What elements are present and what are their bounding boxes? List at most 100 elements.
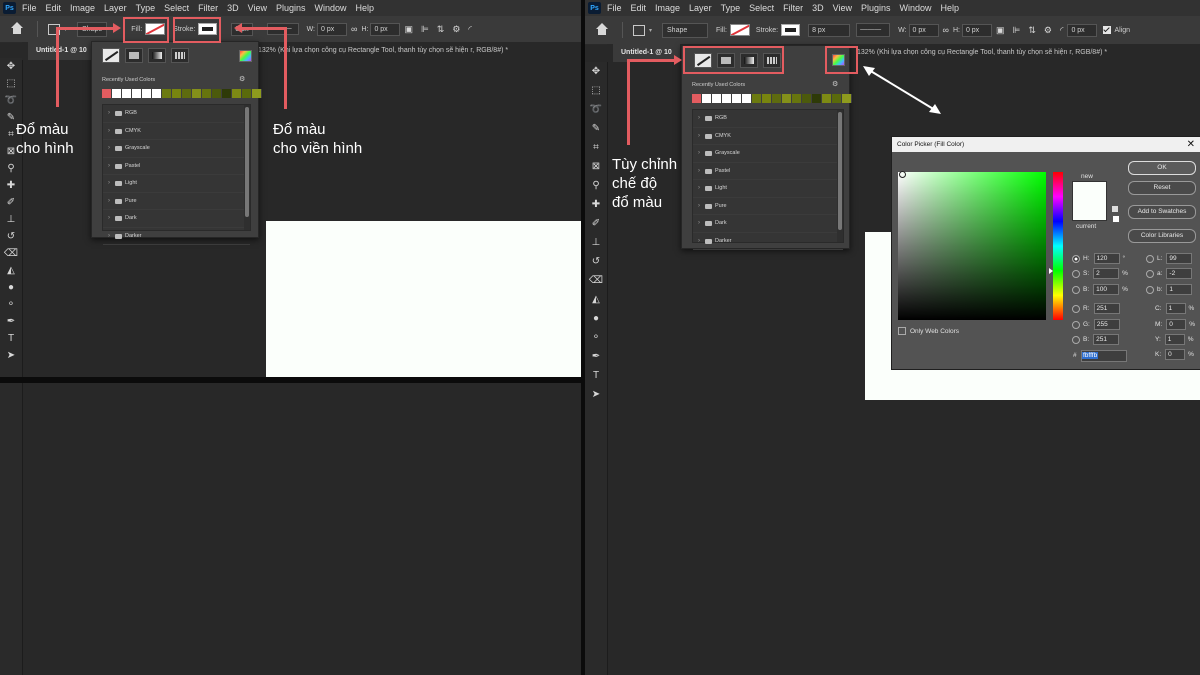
brush-tool-icon[interactable]: ✐ [585, 214, 607, 233]
magenta-input[interactable]: 0 [1166, 319, 1187, 330]
stamp-tool-icon[interactable]: ⊥ [585, 233, 607, 252]
ok-button[interactable]: OK [1128, 161, 1196, 175]
lasso-tool-icon[interactable]: ➰ [0, 92, 22, 109]
folder-light[interactable]: › Light [693, 180, 843, 198]
hue-radio[interactable] [1072, 254, 1080, 263]
path-arrangement-icon[interactable]: ⇅ [437, 24, 445, 35]
recent-color-swatch[interactable] [762, 94, 772, 103]
quick-select-tool-icon[interactable]: ✎ [585, 119, 607, 138]
folder-cmyk[interactable]: › CMYK [693, 128, 843, 145]
folder-grayscale[interactable]: › Grayscale [103, 140, 250, 158]
type-tool-icon[interactable]: T [0, 330, 22, 347]
recent-color-swatch[interactable] [772, 94, 782, 103]
stamp-tool-icon[interactable]: ⊥ [0, 211, 22, 228]
menu-filter[interactable]: Filter [198, 3, 218, 13]
menu-plugins[interactable]: Plugins [861, 3, 891, 13]
home-icon[interactable] [10, 22, 24, 36]
menu-type[interactable]: Type [721, 3, 741, 13]
recent-color-swatch[interactable] [202, 89, 212, 98]
add-to-swatches-button[interactable]: Add to Swatches [1128, 205, 1196, 219]
corner-radius-icon[interactable]: ◜ [468, 24, 472, 35]
lasso-tool-icon[interactable]: ➰ [585, 100, 607, 119]
document-tab[interactable]: Untitled-1 @ 10 [28, 42, 95, 60]
fill-swatch[interactable] [729, 24, 750, 36]
folder-pure[interactable]: › Pure [693, 198, 843, 215]
folder-cmyk[interactable]: › CMYK [103, 123, 250, 140]
color-picker-icon[interactable] [239, 50, 252, 62]
recent-color-swatch[interactable] [152, 89, 162, 98]
folder-dark[interactable]: › Dark [693, 215, 843, 233]
menu-edit[interactable]: Edit [631, 3, 647, 13]
recent-color-swatch[interactable] [792, 94, 802, 103]
color-selector-ring[interactable] [899, 171, 906, 178]
cube-warning-icon[interactable] [1112, 206, 1118, 212]
gear-icon[interactable]: ⚙ [452, 24, 460, 35]
pattern-icon[interactable] [171, 48, 189, 63]
menu-filter[interactable]: Filter [783, 3, 803, 13]
menu-window[interactable]: Window [315, 3, 347, 13]
green-radio[interactable] [1072, 320, 1080, 329]
dodge-tool-icon[interactable]: ⚬ [0, 296, 22, 313]
only-web-colors-checkbox[interactable] [898, 327, 906, 335]
eraser-tool-icon[interactable]: ⌫ [0, 245, 22, 262]
folder-darker[interactable]: › Darker [693, 233, 843, 250]
recent-color-swatch[interactable] [752, 94, 762, 103]
menu-select[interactable]: Select [164, 3, 189, 13]
path-arrangement-icon[interactable]: ⇅ [1028, 25, 1036, 36]
paint-bucket-icon[interactable]: ◭ [0, 262, 22, 279]
lab-l-radio[interactable] [1146, 254, 1154, 263]
path-alignment-icon[interactable]: ⊫ [1012, 25, 1020, 36]
scrollbar[interactable] [244, 105, 250, 230]
tool-preset-icon[interactable] [633, 24, 645, 36]
menu-view[interactable]: View [833, 3, 852, 13]
move-tool-icon[interactable]: ✥ [585, 62, 607, 81]
lab-l-input[interactable]: 99 [1166, 253, 1193, 264]
close-icon[interactable]: ✕ [1187, 137, 1195, 152]
brightness-input[interactable]: 100 [1093, 284, 1120, 295]
stroke-swatch[interactable] [781, 24, 801, 36]
home-icon[interactable] [595, 23, 609, 37]
lab-b-input[interactable]: 1 [1166, 284, 1193, 295]
path-operations-icon[interactable]: ▣ [404, 24, 413, 35]
red-input[interactable]: 251 [1093, 303, 1120, 314]
green-input[interactable]: 255 [1093, 319, 1120, 330]
menu-help[interactable]: Help [356, 3, 375, 13]
link-icon[interactable]: ∞ [943, 25, 949, 35]
brush-tool-icon[interactable]: ✐ [0, 194, 22, 211]
link-icon[interactable]: ∞ [351, 24, 357, 34]
history-brush-icon[interactable]: ↺ [0, 228, 22, 245]
move-tool-icon[interactable]: ✥ [0, 58, 22, 75]
menu-layer[interactable]: Layer [104, 3, 127, 13]
recent-color-swatch[interactable] [142, 89, 152, 98]
gear-icon[interactable]: ⚙ [832, 80, 838, 88]
healing-tool-icon[interactable]: ✚ [585, 195, 607, 214]
blue-radio[interactable] [1072, 335, 1080, 344]
pen-tool-icon[interactable]: ✒ [585, 347, 607, 366]
menu-image[interactable]: Image [655, 3, 680, 13]
history-brush-icon[interactable]: ↺ [585, 252, 607, 271]
paint-bucket-icon[interactable]: ◭ [585, 290, 607, 309]
align-edges-checkbox[interactable] [1103, 26, 1112, 34]
chevron-down-icon[interactable]: ▾ [649, 27, 652, 34]
eyedropper-tool-icon[interactable]: ⚲ [585, 176, 607, 195]
recent-color-swatch[interactable] [842, 94, 852, 103]
recent-color-swatch[interactable] [182, 89, 192, 98]
folder-pastel[interactable]: › Pastel [103, 158, 250, 175]
recent-color-swatch[interactable] [812, 94, 822, 103]
saturation-radio[interactable] [1072, 269, 1080, 278]
canvas[interactable] [266, 221, 581, 377]
reset-button[interactable]: Reset [1128, 181, 1196, 195]
lab-a-input[interactable]: -2 [1166, 268, 1193, 279]
path-select-icon[interactable]: ➤ [0, 347, 22, 364]
folder-rgb[interactable]: › RGB [103, 105, 250, 123]
path-select-icon[interactable]: ➤ [585, 385, 607, 404]
recent-color-swatch[interactable] [192, 89, 202, 98]
web-safe-swatch[interactable] [1112, 215, 1120, 223]
menu-type[interactable]: Type [136, 3, 156, 13]
menu-select[interactable]: Select [749, 3, 774, 13]
recent-color-swatch[interactable] [222, 89, 232, 98]
folder-pastel[interactable]: › Pastel [693, 163, 843, 180]
hue-slider[interactable] [1049, 172, 1063, 320]
gear-icon[interactable]: ⚙ [1044, 25, 1052, 36]
recent-color-swatch[interactable] [782, 94, 792, 103]
